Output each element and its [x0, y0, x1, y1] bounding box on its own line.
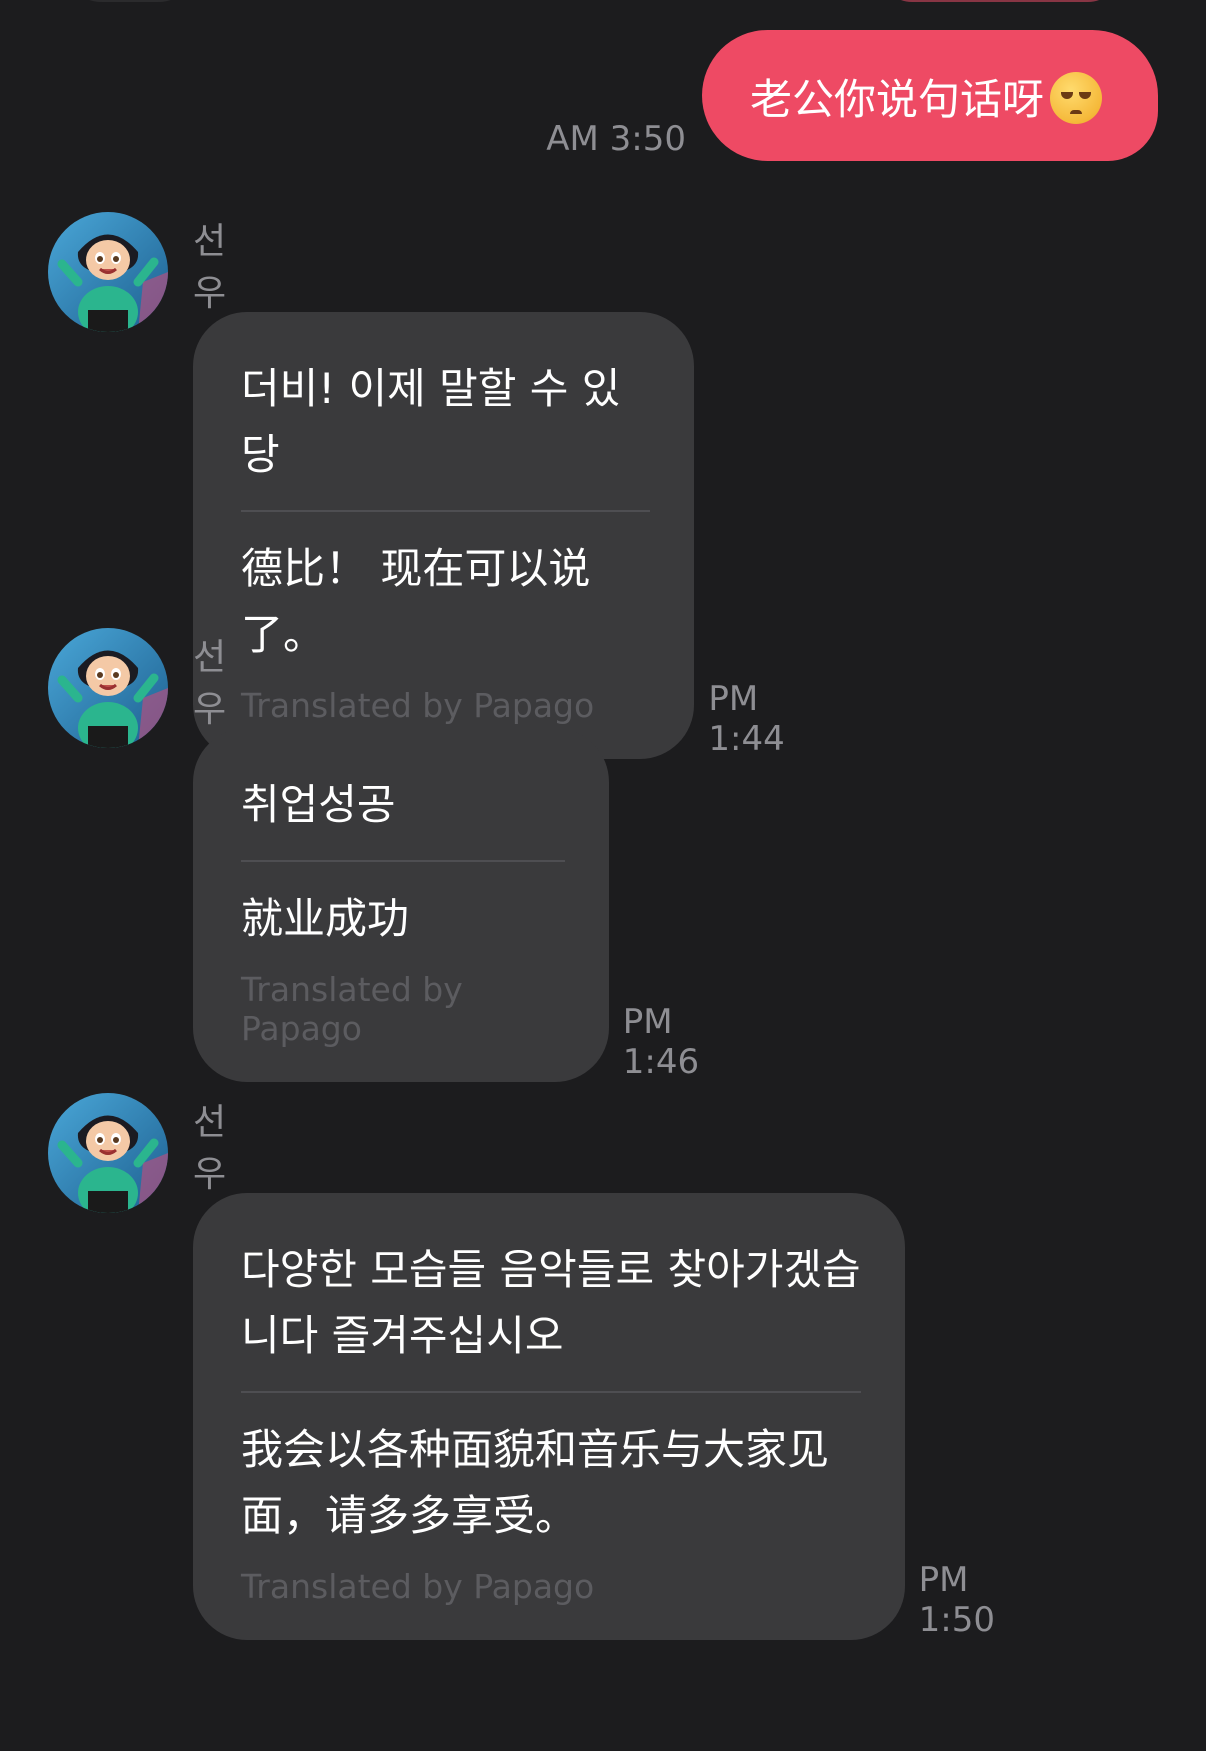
- pleading-face-emoji-icon: [1050, 72, 1102, 124]
- sender-name: 선우: [193, 221, 227, 314]
- translated-text: 德比！ 现在可以说了。: [241, 544, 591, 659]
- translation-divider: [241, 510, 651, 512]
- translated-text: 就业成功: [241, 894, 410, 943]
- avatar[interactable]: [48, 212, 168, 332]
- sent-timestamp: AM 3:50: [546, 119, 686, 159]
- avatar-character-icon: [48, 628, 168, 748]
- translation-credit: Translated by Papago: [241, 686, 595, 725]
- received-message-bubble[interactable]: 더비! 이제 말할 수 있당 德比！ 现在可以说了。 Translated by…: [193, 312, 695, 759]
- bubble-row: 다양한 모습들 음악들로 찾아가겠습니다 즐겨주십시오 我会以各种面貌和音乐与大…: [193, 1193, 1045, 1640]
- avatar[interactable]: [48, 1093, 168, 1213]
- avatar[interactable]: [48, 628, 168, 748]
- avatar-character-icon: [48, 1093, 168, 1213]
- previous-avatar-edge: [60, 0, 200, 2]
- message-timestamp: PM 1:46: [622, 1002, 700, 1082]
- received-message-bubble[interactable]: 다양한 모습들 음악들로 찾아가겠습니다 즐겨주십시오 我会以各种面貌和音乐与大…: [193, 1193, 905, 1640]
- sent-message-text: 老公你说句话呀: [749, 75, 1044, 124]
- translation-credit: Translated by Papago: [241, 970, 463, 1048]
- translation-divider: [241, 1391, 861, 1393]
- sent-message-row: AM 3:50 老公你说句话呀: [546, 30, 1158, 161]
- sender-name: 선우: [193, 637, 227, 730]
- message-timestamp: PM 1:50: [918, 1560, 995, 1640]
- avatar-character-icon: [48, 212, 168, 332]
- translation-divider: [241, 860, 565, 862]
- bubble-row: 취업성공 就业成功 Translated by Papago PM 1:46: [193, 728, 743, 1082]
- translated-text: 我会以各种面貌和音乐与大家见面，请多多享受。: [241, 1425, 830, 1540]
- previous-bubble-edge: [880, 0, 1120, 2]
- translation-credit: Translated by Papago: [241, 1567, 595, 1606]
- original-text: 다양한 모습들 음악들로 찾아가겠습니다 즐겨주십시오: [241, 1245, 861, 1360]
- original-text: 취업성공: [241, 780, 396, 829]
- original-text: 더비! 이제 말할 수 있당: [241, 364, 621, 479]
- bubble-row: 더비! 이제 말할 수 있당 德比！ 现在可以说了。 Translated by…: [193, 312, 831, 759]
- sent-message-bubble[interactable]: 老公你说句话呀: [701, 30, 1158, 161]
- sender-name: 선우: [193, 1102, 227, 1195]
- received-message-bubble[interactable]: 취업성공 就业成功 Translated by Papago: [193, 728, 609, 1082]
